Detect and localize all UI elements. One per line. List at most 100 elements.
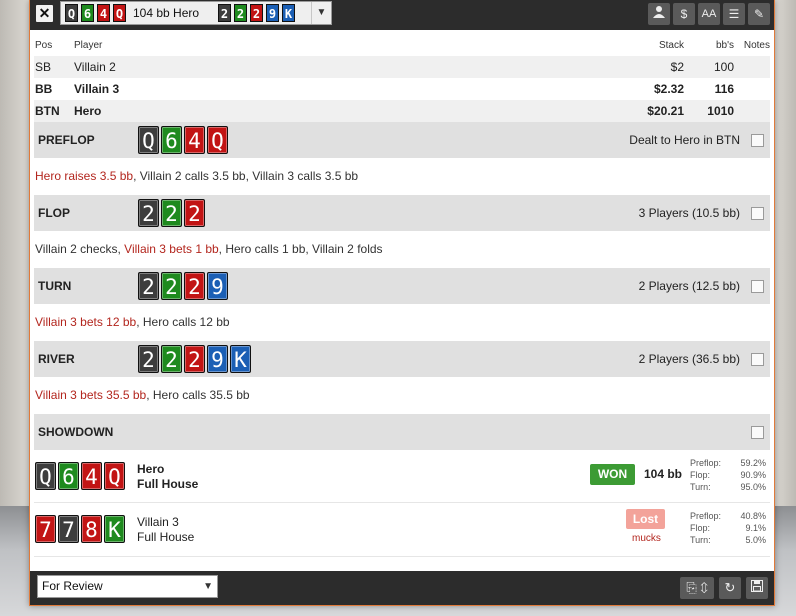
table-row[interactable]: SB Villain 2 $2 100 <box>34 56 770 78</box>
bottom-bar: For Review ▼ ⎘ ⇕ ↻ <box>30 571 774 605</box>
hand-card: 6 <box>81 4 94 22</box>
showdown-cards: Q 6 4 Q <box>35 462 125 490</box>
showdown-player: Villain 3 Full House <box>137 515 194 545</box>
card: 6 <box>58 462 79 490</box>
street-title: SHOWDOWN <box>38 425 114 439</box>
street-flop: FLOP 2 2 2 3 Players (10.5 bb) <box>34 195 770 231</box>
action-text: Hero raises 3.5 bb <box>35 169 134 183</box>
action-line: Villain 3 bets 12 bb, Hero calls 12 bb <box>30 304 774 341</box>
street-checkbox[interactable] <box>751 425 764 439</box>
card: 2 <box>138 199 159 227</box>
user-icon[interactable] <box>648 3 670 25</box>
pencil-icon[interactable]: ✎ <box>748 3 770 25</box>
showdown-player: Hero Full House <box>137 462 198 492</box>
street-info: Dealt to Hero in BTN <box>629 133 740 147</box>
row-stack: $2 <box>670 60 684 74</box>
card: 4 <box>81 462 102 490</box>
chevron-down-icon[interactable]: ▼ <box>311 2 331 24</box>
card: K <box>104 515 125 543</box>
street-title: PREFLOP <box>38 133 95 147</box>
row-pos: SB <box>35 60 52 74</box>
action-line: Villain 2 checks, Villain 3 bets 1 bb, H… <box>30 231 774 268</box>
showdown-cards: 7 7 8 K <box>35 515 125 543</box>
action-line: Villain 3 bets 35.5 bb, Hero calls 35.5 … <box>30 377 774 414</box>
hand-card: Q <box>65 4 78 22</box>
street-cards: 2 2 2 <box>138 199 205 227</box>
review-select[interactable]: For Review ▼ <box>37 575 218 598</box>
card: 2 <box>138 272 159 300</box>
card: 7 <box>58 515 79 543</box>
action-text: , Hero calls 35.5 bb <box>146 388 250 402</box>
card: 6 <box>161 126 182 154</box>
row-player: Villain 2 <box>74 60 116 74</box>
save-icon[interactable] <box>746 577 768 599</box>
street-cards: 2 2 2 9 K <box>138 345 251 373</box>
player-name: Villain 3 <box>137 515 179 529</box>
lost-badge: Lost <box>626 509 665 529</box>
board-card: 2 <box>234 4 248 22</box>
equity-label: Flop: <box>690 470 711 480</box>
street-title: RIVER <box>38 352 75 366</box>
street-checkbox[interactable] <box>751 206 764 220</box>
header-stack: Stack <box>658 39 684 51</box>
equity-stats: Preflop: 40.8% Flop: 9.1% Turn: 5.0% <box>690 510 766 546</box>
equity-value: 9.1% <box>745 523 766 533</box>
table-header: Pos Player Stack bb's Notes <box>34 30 770 56</box>
row-pos: BTN <box>35 104 60 118</box>
action-line: Hero raises 3.5 bb, Villain 2 calls 3.5 … <box>30 158 774 195</box>
font-size-icon[interactable]: AA <box>698 3 720 25</box>
showdown-row-villain: 7 7 8 K Villain 3 Full House Lost mucks … <box>34 503 770 557</box>
board-card: K <box>282 4 296 22</box>
table-row[interactable]: BB Villain 3 $2.32 116 <box>34 78 770 100</box>
row-bbs: 116 <box>714 82 734 96</box>
equity-label: Flop: <box>690 523 711 533</box>
action-text: , Villain 2 calls 3.5 bb, Villain 3 call… <box>133 169 359 183</box>
action-text: Villain 3 bets 1 bb <box>124 242 219 256</box>
equity-label: Turn: <box>690 482 711 492</box>
row-player: Hero <box>74 104 102 118</box>
table-row[interactable]: BTN Hero $20.21 1010 <box>34 100 770 122</box>
street-checkbox[interactable] <box>751 279 764 293</box>
street-showdown: SHOWDOWN <box>34 414 770 450</box>
street-info: 3 Players (10.5 bb) <box>638 206 740 220</box>
header-notes: Notes <box>743 39 770 51</box>
card: 8 <box>81 515 102 543</box>
refresh-icon[interactable]: ↻ <box>719 577 741 599</box>
row-pos: BB <box>35 82 53 96</box>
won-badge: WON <box>590 464 635 485</box>
dollar-icon[interactable]: $ <box>673 3 695 25</box>
card: 2 <box>161 199 182 227</box>
header-bbs: bb's <box>715 39 734 51</box>
hand-replayer-window: ✕ Q 6 4 Q 104 bb Hero 2 2 2 9 K ▼ $ AA ☰… <box>29 0 775 606</box>
board-card: 2 <box>218 4 232 22</box>
hand-rank: Full House <box>137 477 199 491</box>
hand-selector[interactable]: Q 6 4 Q 104 bb Hero 2 2 2 9 K ▼ <box>60 1 332 25</box>
street-info: 2 Players (36.5 bb) <box>638 352 740 366</box>
action-text: , Hero calls 1 bb, Villain 2 folds <box>218 242 383 256</box>
street-checkbox[interactable] <box>751 133 764 147</box>
equity-value: 5.0% <box>745 535 766 545</box>
equity-value: 59.2% <box>740 458 766 468</box>
action-text: Villain 2 checks, <box>35 242 125 256</box>
street-title: FLOP <box>38 206 70 220</box>
player-rows: SB Villain 2 $2 100 BB Villain 3 $2.32 1… <box>34 56 770 122</box>
street-preflop: PREFLOP Q 6 4 Q Dealt to Hero in BTN <box>34 122 770 158</box>
row-bbs: 1010 <box>707 104 734 118</box>
mucks-label: mucks <box>632 533 661 544</box>
action-text: Villain 3 bets 12 bb <box>35 315 137 329</box>
toolbar-icons: $ AA ☰ ✎ <box>648 3 770 25</box>
title-bar: ✕ Q 6 4 Q 104 bb Hero 2 2 2 9 K ▼ $ AA ☰… <box>30 0 774 30</box>
equity-value: 95.0% <box>740 482 766 492</box>
street-checkbox[interactable] <box>751 352 764 366</box>
player-name: Hero <box>137 462 165 476</box>
board-card: 9 <box>266 4 280 22</box>
list-icon[interactable]: ☰ <box>723 3 745 25</box>
copy-icon[interactable]: ⎘ ⇕ <box>680 577 714 599</box>
card: 4 <box>184 126 205 154</box>
close-icon[interactable]: ✕ <box>36 5 53 22</box>
hand-rank: Full House <box>137 530 195 544</box>
players-table: Pos Player Stack bb's Notes SB Villain 2… <box>30 30 774 122</box>
equity-label: Preflop: <box>690 511 722 521</box>
row-stack: $2.32 <box>653 82 684 96</box>
card: 9 <box>207 345 228 373</box>
